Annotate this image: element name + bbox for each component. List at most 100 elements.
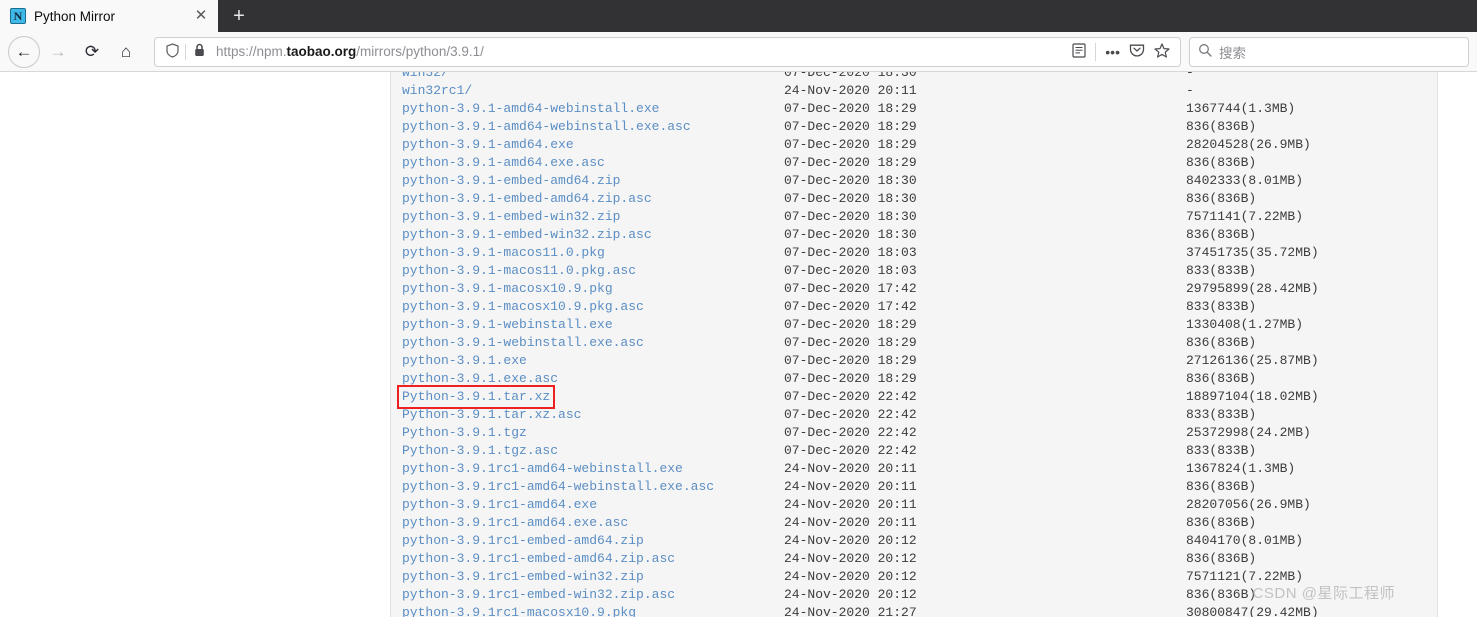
file-link[interactable]: Python-3.9.1.tar.xz.asc: [402, 406, 581, 424]
file-size: 1330408(1.27MB): [1186, 317, 1304, 332]
file-modified-date: 07-Dec-2020 18:30: [784, 173, 917, 188]
file-modified-date: 07-Dec-2020 17:42: [784, 281, 917, 296]
file-link[interactable]: python-3.9.1-macosx10.9.pkg: [402, 280, 613, 298]
file-link[interactable]: python-3.9.1-amd64-webinstall.exe: [402, 100, 659, 118]
listing-row: python-3.9.1-macosx10.9.pkg 07-Dec-2020 1…: [391, 280, 1437, 298]
file-modified-date: 07-Dec-2020 22:42: [784, 389, 917, 404]
file-link[interactable]: Python-3.9.1.tar.xz: [396, 385, 556, 409]
listing-row: python-3.9.1-amd64-webinstall.exe.asc 07-…: [391, 118, 1437, 136]
file-link[interactable]: python-3.9.1rc1-amd64-webinstall.exe.asc: [402, 478, 714, 496]
close-icon[interactable]: ✕: [192, 7, 210, 25]
file-modified-date: 07-Dec-2020 18:30: [784, 191, 917, 206]
back-button[interactable]: ←: [8, 35, 40, 68]
file-link[interactable]: python-3.9.1-webinstall.exe: [402, 316, 613, 334]
listing-row: Python-3.9.1.tar.xz 07-Dec-2020 22:42 1889…: [391, 385, 1437, 409]
file-size: 836(836B): [1186, 119, 1257, 134]
file-modified-date: 24-Nov-2020 20:11: [784, 461, 917, 476]
file-link[interactable]: python-3.9.1-webinstall.exe.asc: [402, 334, 644, 352]
listing-row: Python-3.9.1.tgz.asc 07-Dec-2020 22:42 833…: [391, 442, 1437, 460]
directory-listing: win32/07-Dec-2020 18:30- win32rc1/24-Nov-…: [391, 72, 1437, 617]
file-link[interactable]: python-3.9.1rc1-amd64-webinstall.exe: [402, 460, 683, 478]
file-modified-date: 07-Dec-2020 22:42: [784, 443, 917, 458]
file-modified-date: 24-Nov-2020 20:11: [784, 515, 917, 530]
file-modified-date: 07-Dec-2020 18:03: [784, 245, 917, 260]
tracking-shield-icon[interactable]: [159, 42, 185, 61]
file-link[interactable]: python-3.9.1-macos11.0.pkg.asc: [402, 262, 636, 280]
file-modified-date: 07-Dec-2020 18:29: [784, 335, 917, 350]
file-modified-date: 07-Dec-2020 18:30: [784, 227, 917, 242]
listing-row: win32rc1/24-Nov-2020 20:11 -: [391, 82, 1437, 100]
file-link[interactable]: python-3.9.1-embed-win32.zip: [402, 208, 620, 226]
file-link[interactable]: python-3.9.1rc1-embed-win32.zip.asc: [402, 586, 675, 604]
file-link[interactable]: python-3.9.1rc1-embed-amd64.zip.asc: [402, 550, 675, 568]
file-modified-date: 07-Dec-2020 18:29: [784, 155, 917, 170]
listing-row: python-3.9.1-macos11.0.pkg.asc 07-Dec-202…: [391, 262, 1437, 280]
file-link[interactable]: win32/: [402, 72, 449, 82]
listing-row: python-3.9.1rc1-embed-amd64.zip.asc 24-No…: [391, 550, 1437, 568]
file-link[interactable]: python-3.9.1.exe.asc: [402, 370, 558, 388]
file-size: 836(836B): [1186, 227, 1257, 242]
file-size: 27126136(25.87MB): [1186, 353, 1319, 368]
file-link[interactable]: python-3.9.1-embed-amd64.zip.asc: [402, 190, 652, 208]
url-bar[interactable]: https://npm.taobao.org/mirrors/python/3.…: [154, 36, 1181, 67]
file-size: -: [1186, 83, 1194, 98]
file-size: 1367824(1.3MB): [1186, 461, 1296, 476]
reader-view-icon[interactable]: [1072, 43, 1086, 60]
file-size: 833(833B): [1186, 299, 1257, 314]
file-size: 28207056(26.9MB): [1186, 497, 1311, 512]
file-size: 1367744(1.3MB): [1186, 101, 1296, 116]
file-size: -: [1186, 72, 1194, 80]
file-size: 833(833B): [1186, 407, 1257, 422]
file-link[interactable]: python-3.9.1rc1-amd64.exe.asc: [402, 514, 628, 532]
bookmark-star-icon[interactable]: [1154, 43, 1170, 60]
file-link[interactable]: python-3.9.1-amd64.exe.asc: [402, 154, 605, 172]
browser-tab[interactable]: N Python Mirror ✕: [0, 0, 218, 32]
file-size: 28204528(26.9MB): [1186, 137, 1311, 152]
file-link[interactable]: python-3.9.1-embed-amd64.zip: [402, 172, 620, 190]
listing-row: python-3.9.1rc1-macosx10.9.pkg 24-Nov-202…: [391, 604, 1437, 617]
url-text[interactable]: https://npm.taobao.org/mirrors/python/3.…: [212, 44, 1068, 59]
search-bar[interactable]: 搜索: [1189, 36, 1469, 67]
tab-strip: N Python Mirror ✕ +: [0, 0, 1477, 32]
file-size: 836(836B): [1186, 155, 1257, 170]
file-modified-date: 24-Nov-2020 20:12: [784, 533, 917, 548]
file-link[interactable]: Python-3.9.1.tgz: [402, 424, 527, 442]
file-modified-date: 24-Nov-2020 20:11: [784, 83, 917, 98]
file-link[interactable]: python-3.9.1rc1-embed-win32.zip: [402, 568, 644, 586]
reload-button[interactable]: ⟳: [76, 36, 108, 68]
file-size: 29795899(28.42MB): [1186, 281, 1319, 296]
file-link[interactable]: python-3.9.1rc1-embed-amd64.zip: [402, 532, 644, 550]
file-modified-date: 07-Dec-2020 18:29: [784, 317, 917, 332]
file-modified-date: 24-Nov-2020 20:12: [784, 569, 917, 584]
lock-icon[interactable]: [186, 43, 212, 60]
tab-title: Python Mirror: [34, 8, 116, 24]
file-link[interactable]: python-3.9.1rc1-amd64.exe: [402, 496, 597, 514]
listing-row: python-3.9.1-embed-win32.zip 07-Dec-2020 …: [391, 208, 1437, 226]
file-size: 836(836B): [1186, 191, 1257, 206]
listing-row: python-3.9.1.exe.asc 07-Dec-2020 18:29 836…: [391, 370, 1437, 388]
listing-row: Python-3.9.1.tgz 07-Dec-2020 22:42 2537299…: [391, 424, 1437, 442]
listing-row: python-3.9.1-embed-amd64.zip 07-Dec-2020 …: [391, 172, 1437, 190]
file-link[interactable]: python-3.9.1rc1-macosx10.9.pkg: [402, 604, 636, 617]
url-host: taobao.org: [286, 44, 357, 59]
file-link[interactable]: python-3.9.1-macos11.0.pkg: [402, 244, 605, 262]
listing-row: python-3.9.1-embed-amd64.zip.asc 07-Dec-2…: [391, 190, 1437, 208]
pocket-icon[interactable]: [1129, 43, 1145, 60]
file-link[interactable]: python-3.9.1-amd64.exe: [402, 136, 574, 154]
file-modified-date: 24-Nov-2020 20:11: [784, 479, 917, 494]
file-link[interactable]: python-3.9.1-macosx10.9.pkg.asc: [402, 298, 644, 316]
listing-row: python-3.9.1-webinstall.exe 07-Dec-2020 1…: [391, 316, 1437, 334]
new-tab-button[interactable]: +: [222, 2, 256, 32]
navigation-toolbar: ← → ⟳ ⌂ https://npm.taobao.org/mirrors/p…: [0, 32, 1477, 72]
file-modified-date: 07-Dec-2020 18:29: [784, 353, 917, 368]
listing-row: python-3.9.1rc1-embed-win32.zip 24-Nov-20…: [391, 568, 1437, 586]
file-link[interactable]: win32rc1/: [402, 82, 472, 100]
file-link[interactable]: python-3.9.1.exe: [402, 352, 527, 370]
page-actions-icon[interactable]: •••: [1105, 45, 1120, 59]
search-input[interactable]: 搜索: [1219, 42, 1246, 62]
file-link[interactable]: python-3.9.1-embed-win32.zip.asc: [402, 226, 652, 244]
file-link[interactable]: Python-3.9.1.tgz.asc: [402, 442, 558, 460]
home-button[interactable]: ⌂: [110, 36, 142, 68]
listing-row: python-3.9.1-amd64-webinstall.exe 07-Dec-…: [391, 100, 1437, 118]
file-link[interactable]: python-3.9.1-amd64-webinstall.exe.asc: [402, 118, 691, 136]
